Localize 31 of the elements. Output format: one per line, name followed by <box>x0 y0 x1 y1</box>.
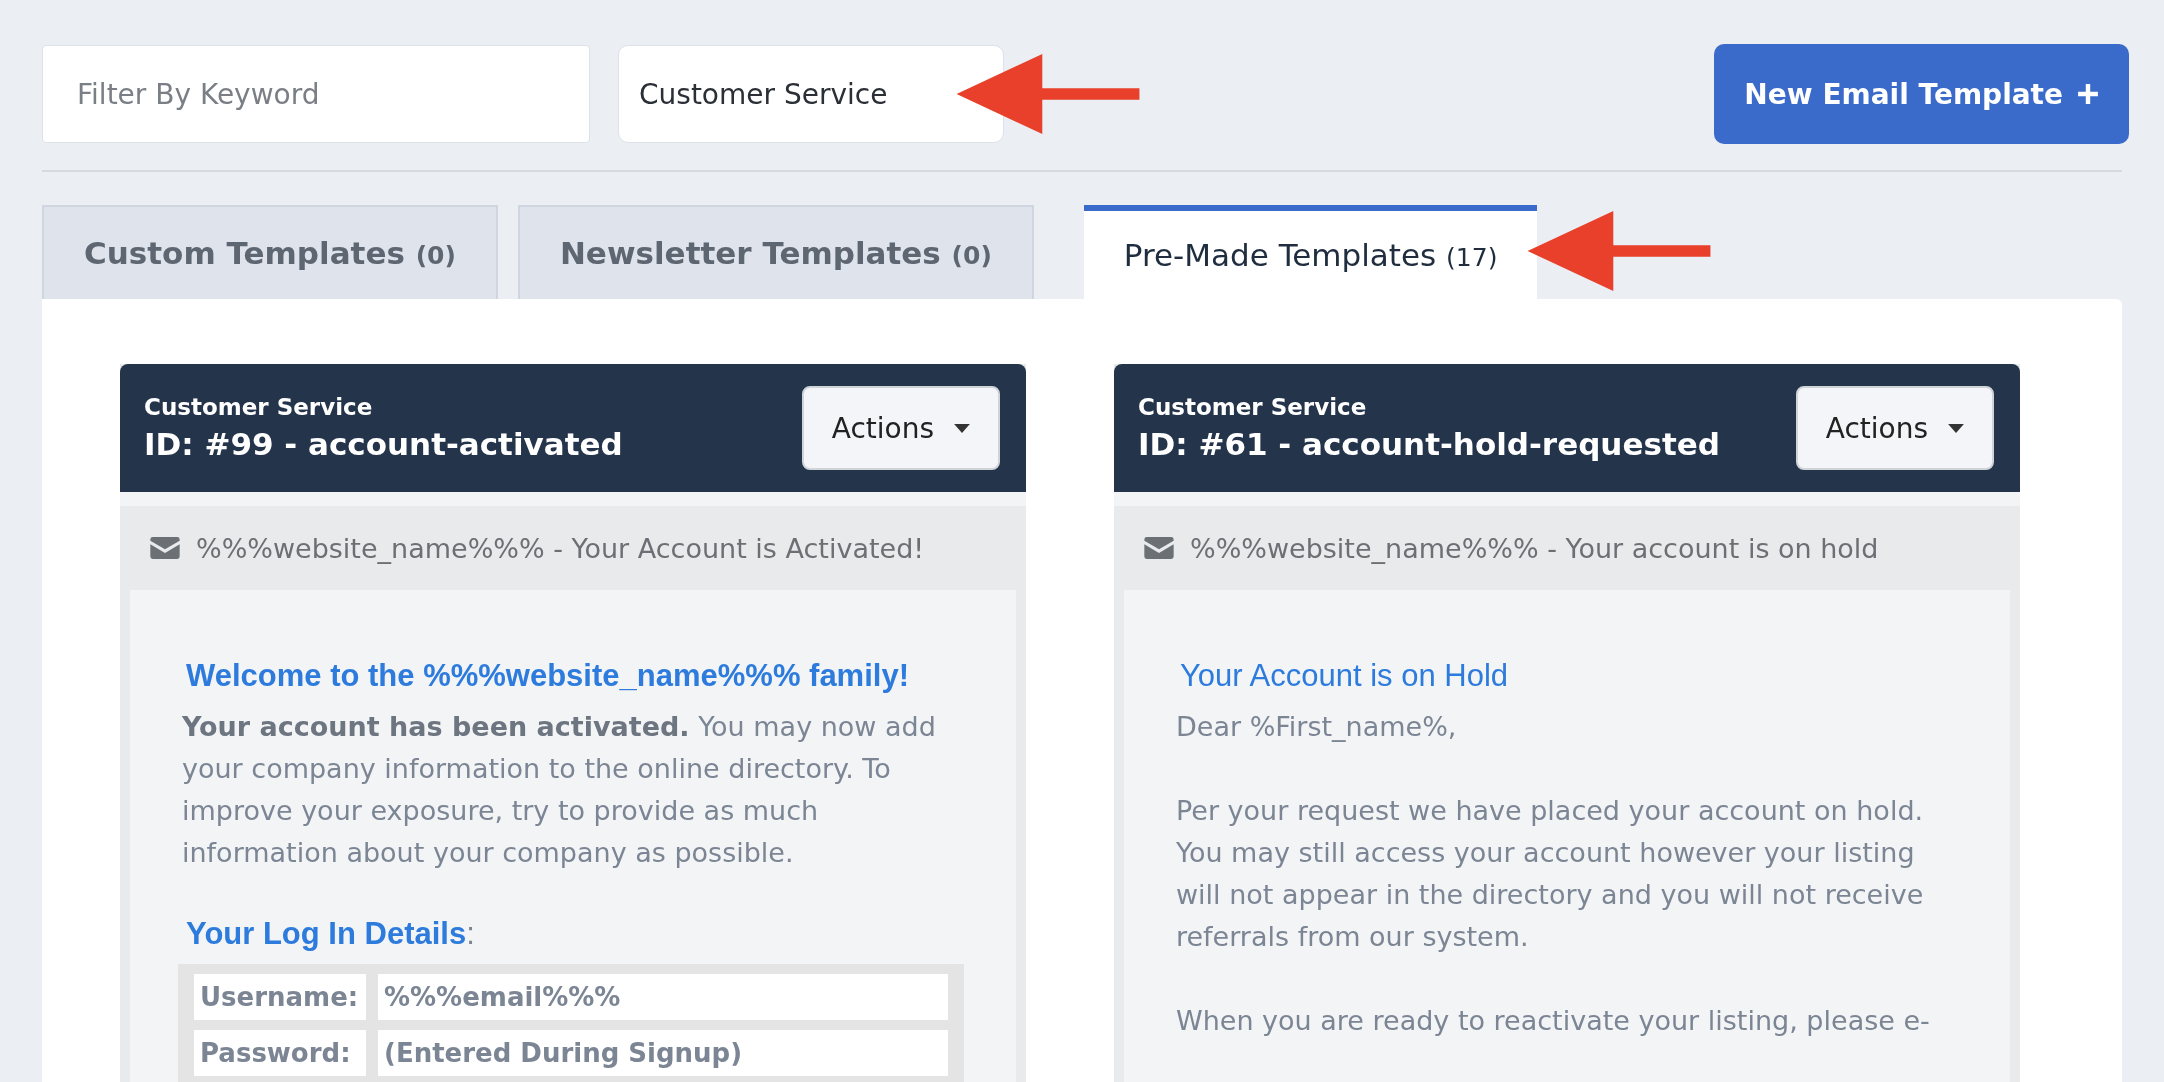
email-subject: %%%website_name%%% - Your Account is Activated! <box>196 532 925 564</box>
email-heading: Welcome to the %%%website_name%%% family! <box>186 658 909 693</box>
template-tab[interactable]: Newsletter Templates (0) <box>517 205 1034 299</box>
template-title: ID: #61 - account-hold-requested <box>1138 426 1720 462</box>
email-paragraph: Dear %First_name%, <box>1176 710 1458 744</box>
email-subject: %%%website_name%%% - Your account is on hold <box>1190 532 1879 564</box>
actions-dropdown[interactable]: Actions <box>801 386 1000 470</box>
filter-field[interactable]: Filter By Keyword <box>42 45 590 143</box>
new-email-template-button[interactable]: New Email Template <box>1714 44 2129 144</box>
table-cell: Password: <box>194 1030 366 1076</box>
template-category: Customer Service <box>1138 394 1368 420</box>
category-select[interactable]: Customer Service <box>618 45 1004 143</box>
plus-icon <box>2077 83 2099 105</box>
actions-dropdown[interactable]: Actions <box>1795 386 1994 470</box>
heading-colon: : <box>466 916 475 951</box>
email-heading: Your Account is on Hold <box>1180 658 1508 693</box>
template-tab[interactable]: Custom Templates (0) <box>42 205 498 299</box>
caret-icon <box>954 423 970 433</box>
envelope-icon <box>150 537 180 559</box>
caret-icon <box>1948 423 1964 433</box>
envelope-icon <box>1144 537 1174 559</box>
email-paragraph: Your account has been activated. You may now add your company information to the online directory. To improve your exposure, try to provide as much information about your company as possible. <box>182 710 937 870</box>
table-cell: (Entered During Signup) <box>378 1030 948 1076</box>
template-tab[interactable]: Pre-Made Templates (17) <box>1083 205 1538 299</box>
table-cell: Username: <box>194 974 366 1020</box>
template-category: Customer Service <box>144 394 374 420</box>
email-paragraph: Per your request we have placed your account on hold. You may still access your account however your listing will not appear in the directory and you will not receive referrals from our system. <box>1176 794 1925 954</box>
table-cell: %%%email%%% <box>378 974 948 1020</box>
email-paragraph: When you are ready to reactivate your listing, please e- <box>1176 1004 1931 1038</box>
template-title: ID: #99 - account-activated <box>144 426 623 462</box>
email-heading: Your Log In Details <box>186 916 467 951</box>
